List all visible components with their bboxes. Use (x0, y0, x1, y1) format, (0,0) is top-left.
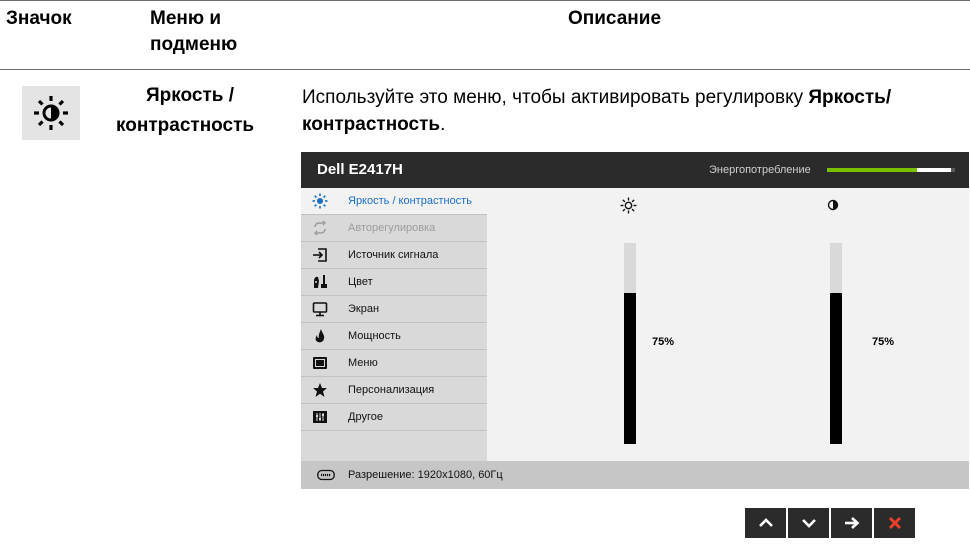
brightness-contrast-icon-box (22, 86, 80, 140)
table-header-rule (0, 69, 970, 70)
other-icon (311, 408, 329, 426)
osd-status-bar: Разрешение: 1920x1080, 60Гц (301, 461, 969, 489)
desc-suffix: . (440, 114, 446, 135)
up-button[interactable] (745, 508, 786, 538)
energy-label: Энергопотребление (709, 164, 811, 176)
osd-menu: Яркость / контрастность Авторегулировка … (301, 188, 487, 459)
up-icon (758, 518, 773, 527)
menu-item-display[interactable]: Экран (301, 296, 487, 323)
brightness-icon (311, 192, 329, 210)
contrast-value: 75% (872, 336, 895, 348)
header-description: Описание (568, 8, 662, 29)
brightness-value: 75% (652, 336, 675, 348)
osd-adjust-panel: 75% 75% (487, 188, 969, 461)
header-menu-line2: подменю (150, 34, 238, 55)
row-description: Используйте это меню, чтобы активировать… (302, 84, 966, 138)
menu-item-label: Меню (348, 357, 378, 369)
desc-bold-1: Яркость/ (808, 87, 892, 108)
menu-item-input-source[interactable]: Источник сигнала (301, 242, 487, 269)
color-icon (311, 273, 329, 291)
contrast-slider-fill (830, 293, 842, 444)
osd-title-bar: Dell E2417H Энергопотребление (301, 152, 969, 188)
exit-icon (888, 516, 901, 530)
menu-item-label: Персонализация (348, 384, 435, 396)
energy-meter-marker (916, 168, 951, 172)
input-source-icon (311, 246, 329, 264)
brightness-slider-icon (619, 196, 637, 214)
menu-item-color[interactable]: Цвет (301, 269, 487, 296)
menu-item-power[interactable]: Мощность (301, 323, 487, 350)
brightness-contrast-icon (34, 96, 68, 130)
menu-item-brightness-contrast[interactable]: Яркость / контрастность (301, 188, 487, 215)
osd-window: Dell E2417H Энергопотребление Яркость / … (301, 152, 969, 489)
menu-icon (311, 354, 329, 372)
menu-item-label: Яркость / контрастность (348, 195, 472, 207)
menu-item-auto-adjust[interactable]: Авторегулировка (301, 215, 487, 242)
header-menu-line1: Меню и (150, 8, 222, 29)
menu-item-other[interactable]: Другое (301, 404, 487, 431)
table-top-rule (0, 0, 970, 1)
resolution-icon (317, 469, 335, 481)
menu-item-empty (301, 431, 487, 459)
contrast-slider[interactable] (830, 243, 842, 444)
display-icon (311, 300, 329, 318)
down-icon (801, 519, 816, 528)
contrast-slider-icon (824, 196, 842, 214)
brightness-slider-fill (624, 293, 636, 444)
desc-bold-2: контрастность (302, 114, 441, 135)
header-icon-column: Значок (6, 8, 72, 29)
energy-meter-fill (827, 168, 917, 172)
enter-button[interactable] (831, 508, 872, 538)
menu-item-label: Мощность (348, 330, 401, 342)
menu-item-label: Авторегулировка (348, 222, 436, 234)
row-menu-line2: контрастность (116, 115, 255, 136)
power-icon (311, 327, 329, 345)
down-button[interactable] (788, 508, 829, 538)
menu-item-label: Другое (348, 411, 383, 423)
resolution-text: Разрешение: 1920x1080, 60Гц (348, 469, 503, 481)
menu-item-label: Источник сигнала (348, 249, 439, 261)
monitor-model: Dell E2417H (317, 161, 403, 178)
row-menu-line1: Яркость / (146, 85, 234, 106)
star-icon (311, 381, 329, 399)
desc-prefix: Используйте это меню, чтобы активировать… (302, 87, 809, 108)
menu-item-label: Цвет (348, 276, 373, 288)
brightness-slider[interactable] (624, 243, 636, 444)
menu-item-personalize[interactable]: Персонализация (301, 377, 487, 404)
menu-item-label: Экран (348, 303, 380, 315)
energy-meter (827, 168, 955, 172)
enter-arrow-icon (844, 517, 859, 529)
menu-item-menu[interactable]: Меню (301, 350, 487, 377)
exit-button[interactable] (874, 508, 915, 538)
auto-adjust-icon (311, 219, 329, 237)
